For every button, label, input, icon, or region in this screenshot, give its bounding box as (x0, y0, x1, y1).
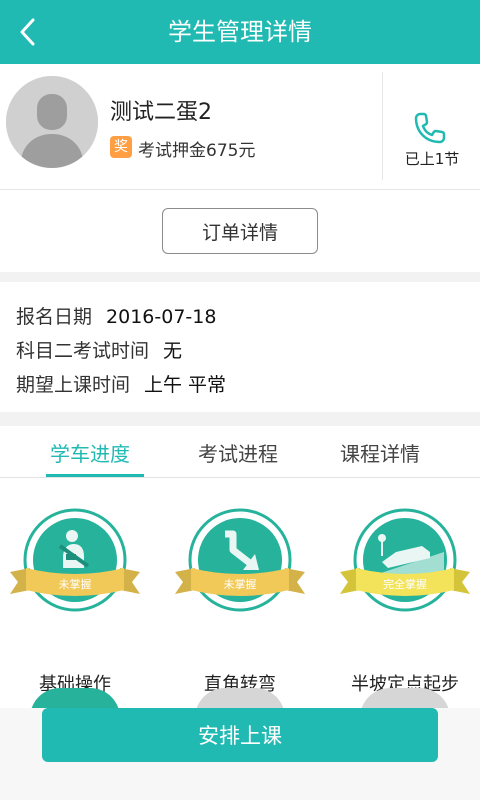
divider (382, 72, 383, 180)
order-details-button[interactable]: 订单详情 (162, 208, 318, 254)
top-bar: 学生管理详情 (0, 0, 480, 64)
preferred-time-label: 期望上课时间 (16, 374, 131, 396)
exam-time-value: 无 (163, 340, 183, 362)
schedule-lesson-button[interactable]: 安排上课 (42, 708, 438, 762)
preferred-time-value: 上午 平常 (144, 374, 227, 396)
skill-item[interactable]: 未掌握 直角转弯 (173, 508, 307, 695)
lessons-count: 已上1节 (404, 150, 460, 168)
signup-date-value: 2016-07-18 (106, 306, 217, 328)
skill-medal: 完全掌握 (340, 508, 470, 612)
signup-date-label: 报名日期 (16, 306, 93, 328)
reward-badge: 奖 (110, 136, 132, 158)
page-title: 学生管理详情 (168, 18, 312, 46)
skill-item[interactable]: 未掌握 基础操作 (8, 508, 142, 695)
skill-status: 未掌握 (59, 577, 92, 591)
exam-deposit: 考试押金675元 (138, 141, 256, 161)
user-silhouette-icon (6, 76, 98, 168)
phone-icon (414, 112, 446, 144)
exam-time-row: 科目二考试时间无 (16, 336, 182, 363)
skill-item[interactable]: 完全掌握 半坡定点起步 (338, 508, 472, 695)
skill-medal: 未掌握 (175, 508, 305, 612)
preferred-time-row: 期望上课时间 上午 平常 (16, 370, 226, 397)
skills-grid: 未掌握 基础操作 未掌握 直角转弯 完全掌握 半坡定点起步 (0, 478, 480, 718)
student-info: 报名日期 2016-07-18 科目二考试时间无 期望上课时间 上午 平常 (0, 282, 480, 412)
tab-bar: 学车进度 考试进程 课程详情 (0, 426, 480, 478)
active-tab-indicator (46, 474, 144, 477)
skill-medal: 未掌握 (10, 508, 140, 612)
student-profile-card: 测试二蛋2 奖 考试押金675元 已上1节 (0, 64, 480, 190)
tab-exam-progress[interactable]: 考试进程 (198, 438, 278, 467)
call-button[interactable] (410, 108, 450, 152)
student-name: 测试二蛋2 (110, 100, 212, 125)
order-section: 订单详情 (0, 190, 480, 272)
avatar (6, 76, 98, 168)
exam-time-label: 科目二考试时间 (16, 340, 150, 362)
signup-date-row: 报名日期 2016-07-18 (16, 302, 216, 329)
bottom-bar: 安排上课 (0, 708, 480, 800)
tab-driving-progress[interactable]: 学车进度 (50, 438, 130, 467)
skill-status: 未掌握 (224, 577, 257, 591)
tab-course-details[interactable]: 课程详情 (340, 438, 420, 467)
skill-status: 完全掌握 (383, 577, 427, 591)
